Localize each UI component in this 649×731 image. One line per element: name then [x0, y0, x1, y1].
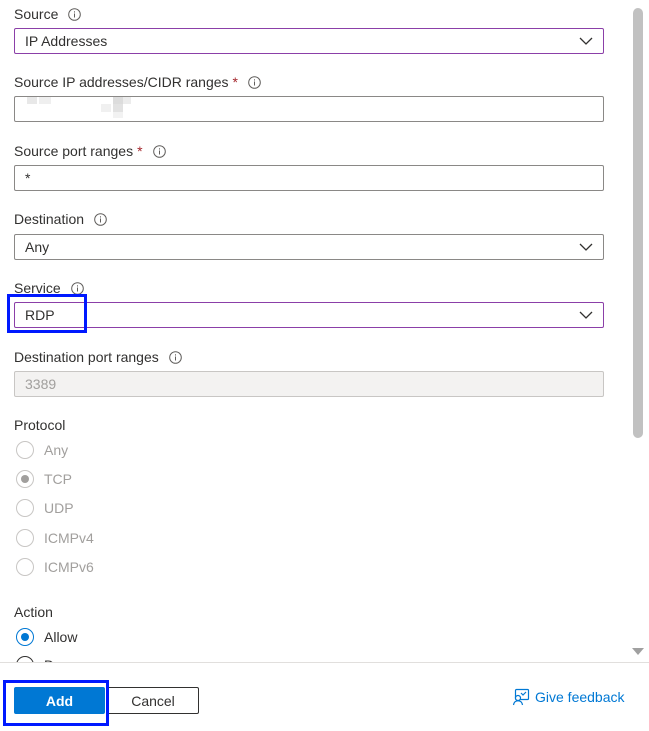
radio-label: Any: [44, 442, 69, 458]
chevron-down-icon: [579, 243, 593, 251]
protocol-option-icmpv4: ICMPv4: [16, 527, 94, 549]
give-feedback-label: Give feedback: [535, 689, 625, 705]
required-marker: *: [137, 143, 143, 159]
dest-port-label: Destination port ranges: [14, 349, 159, 365]
service-highlight-box: [7, 294, 87, 333]
form-scroll-area: Source IP Addresses Source IP addresses/…: [0, 0, 629, 662]
radio-label: ICMPv6: [44, 559, 94, 575]
add-highlight-box: [3, 680, 109, 726]
service-dropdown[interactable]: RDP: [14, 302, 604, 328]
panel-footer: Add Cancel Give feedback: [0, 662, 649, 731]
source-port-input[interactable]: *: [14, 165, 604, 191]
info-icon[interactable]: [248, 75, 261, 89]
protocol-option-udp: UDP: [16, 497, 74, 519]
radio-circle: [16, 499, 34, 517]
cancel-button[interactable]: Cancel: [107, 687, 199, 714]
source-dropdown[interactable]: IP Addresses: [14, 28, 604, 54]
source-ip-label: Source IP addresses/CIDR ranges: [14, 74, 229, 90]
scroll-down-arrow-icon[interactable]: [632, 648, 644, 655]
radio-circle: [16, 558, 34, 576]
source-label-row: Source: [14, 4, 82, 24]
source-port-label-row: Source port ranges *: [14, 141, 166, 161]
source-ip-label-row: Source IP addresses/CIDR ranges *: [14, 72, 261, 92]
info-icon[interactable]: [168, 350, 182, 364]
dest-port-input: 3389: [14, 371, 604, 397]
action-option-deny[interactable]: D: [16, 654, 54, 662]
info-icon[interactable]: [70, 281, 84, 295]
dest-port-label-row: Destination port ranges: [14, 347, 182, 367]
protocol-option-icmpv6: ICMPv6: [16, 556, 94, 578]
source-label: Source: [14, 6, 59, 22]
destination-label: Destination: [14, 211, 85, 227]
radio-circle: [16, 529, 34, 547]
source-port-value: *: [25, 170, 31, 186]
info-icon[interactable]: [68, 7, 82, 21]
dest-port-value: 3389: [25, 376, 57, 392]
give-feedback-link[interactable]: Give feedback: [512, 688, 625, 706]
radio-label: UDP: [44, 500, 74, 516]
radio-label: TCP: [44, 471, 72, 487]
scrollbar-thumb[interactable]: [633, 8, 643, 438]
protocol-label-row: Protocol: [14, 415, 65, 435]
chevron-down-icon: [579, 311, 593, 319]
vertical-scrollbar[interactable]: [629, 0, 649, 662]
required-marker: *: [232, 74, 238, 90]
radio-circle: [16, 441, 34, 459]
source-port-label: Source port ranges: [14, 143, 134, 159]
destination-label-row: Destination: [14, 209, 107, 229]
action-label-row: Action: [14, 602, 53, 622]
protocol-label: Protocol: [14, 417, 66, 433]
radio-label: ICMPv4: [44, 530, 94, 546]
destination-dropdown[interactable]: Any: [14, 234, 604, 260]
chevron-down-icon: [579, 37, 593, 45]
action-label: Action: [14, 604, 53, 620]
info-icon[interactable]: [94, 212, 107, 226]
radio-circle-selected[interactable]: [16, 628, 34, 646]
protocol-option-any: Any: [16, 439, 68, 461]
protocol-option-tcp: TCP: [16, 468, 72, 490]
destination-value: Any: [25, 239, 50, 255]
radio-circle-selected: [16, 470, 34, 488]
source-value: IP Addresses: [25, 33, 108, 49]
action-option-allow[interactable]: Allow: [16, 626, 77, 648]
feedback-icon: [512, 688, 530, 706]
info-icon[interactable]: [152, 144, 166, 158]
redacted-text-blur: [27, 97, 131, 118]
source-ip-input[interactable]: [14, 96, 604, 122]
radio-label: Allow: [44, 629, 78, 645]
